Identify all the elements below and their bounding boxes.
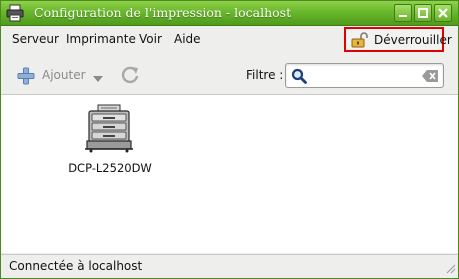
search-input[interactable] xyxy=(312,67,412,84)
printer-list[interactable]: DCP-L2520DW xyxy=(1,95,458,253)
menu-aide[interactable]: Aide xyxy=(174,32,201,46)
search-field[interactable] xyxy=(285,63,444,88)
minimize-button[interactable] xyxy=(394,4,412,22)
refresh-icon[interactable] xyxy=(119,64,141,89)
window-title: Configuration de l'impression - localhos… xyxy=(34,5,292,20)
toolbar: Ajouter Filtre : xyxy=(1,54,458,95)
menu-imprimante[interactable]: Imprimante xyxy=(66,32,136,46)
maximize-button[interactable] xyxy=(414,4,432,22)
search-icon xyxy=(291,68,307,87)
printer-item[interactable]: DCP-L2520DW xyxy=(65,103,155,183)
close-button[interactable] xyxy=(434,4,452,22)
unlock-button[interactable]: Déverrouiller xyxy=(344,27,452,52)
unlock-label: Déverrouiller xyxy=(374,33,452,47)
connection-status: Connectée à localhost xyxy=(9,259,143,273)
add-icon[interactable] xyxy=(17,67,35,88)
print-settings-window: Configuration de l'impression - localhos… xyxy=(0,0,459,279)
printer-app-icon[interactable] xyxy=(6,4,24,22)
add-button-label[interactable]: Ajouter xyxy=(42,68,86,82)
status-bar: Connectée à localhost xyxy=(1,254,458,278)
chevron-down-icon[interactable] xyxy=(93,71,103,85)
menu-voir[interactable]: Voir xyxy=(139,32,162,46)
resize-grip-icon[interactable] xyxy=(444,262,456,277)
filter-label: Filtre : xyxy=(246,68,284,82)
title-bar[interactable]: Configuration de l'impression - localhos… xyxy=(1,1,458,26)
unlock-icon xyxy=(351,32,369,51)
menu-serveur[interactable]: Serveur xyxy=(12,32,59,46)
clear-icon[interactable] xyxy=(422,70,438,85)
printer-name: DCP-L2520DW xyxy=(68,161,152,175)
printer-icon xyxy=(85,103,133,156)
